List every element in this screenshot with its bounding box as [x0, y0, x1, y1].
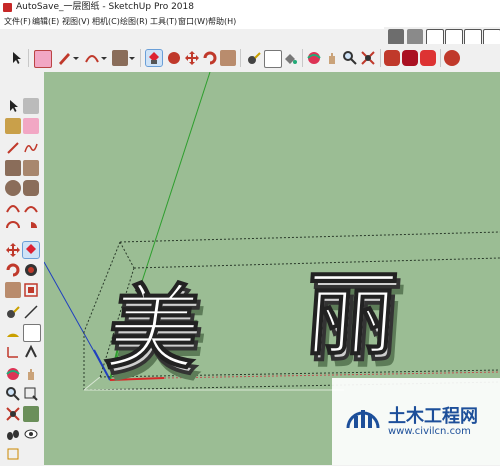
paint-bucket-icon[interactable]: [5, 118, 21, 134]
menu-view[interactable]: 视图(V): [62, 15, 90, 29]
move-icon[interactable]: [184, 50, 200, 66]
pan-icon[interactable]: [324, 50, 340, 66]
tape-measure-icon[interactable]: [5, 304, 21, 320]
toolbar-separator: [140, 49, 141, 67]
zoom-window-icon[interactable]: [23, 386, 39, 402]
polygon-icon[interactable]: [23, 180, 39, 196]
text-icon[interactable]: [264, 50, 282, 68]
follow-me-icon[interactable]: [166, 50, 182, 66]
orbit-icon[interactable]: [306, 50, 322, 66]
zoom-icon[interactable]: [342, 50, 358, 66]
menu-window[interactable]: 窗口(W): [178, 15, 208, 29]
menu-camera[interactable]: 相机(C): [92, 15, 120, 29]
two-point-arc-icon[interactable]: [23, 200, 39, 216]
freehand-icon[interactable]: [23, 140, 39, 156]
chevron-down-icon[interactable]: [100, 50, 108, 66]
paint-bucket-icon[interactable]: [282, 50, 298, 66]
watermark-url: www.civilcn.com: [388, 426, 471, 437]
arc-icon[interactable]: [84, 50, 100, 66]
eraser-icon[interactable]: [23, 118, 39, 134]
toolbar-separator: [302, 49, 303, 67]
menu-draw[interactable]: 绘图(R): [120, 15, 148, 29]
eraser-icon[interactable]: [34, 50, 52, 68]
share-model-icon[interactable]: [402, 50, 418, 66]
push-pull-icon[interactable]: [22, 241, 40, 259]
axes-icon[interactable]: [5, 344, 21, 360]
toolbar-separator: [240, 49, 241, 67]
bbox-edge: [83, 376, 101, 391]
scale-icon[interactable]: [220, 50, 236, 66]
make-component-icon[interactable]: [23, 98, 39, 114]
position-camera-icon[interactable]: [23, 406, 39, 422]
menu-file[interactable]: 文件(F): [4, 15, 31, 29]
civilcn-logo-icon: [346, 410, 380, 429]
rotate-icon[interactable]: [5, 262, 21, 278]
select-icon[interactable]: [8, 50, 24, 66]
protractor-icon[interactable]: [5, 324, 21, 340]
look-around-icon[interactable]: [23, 426, 39, 442]
main-toolbar: [0, 44, 500, 73]
scale-icon[interactable]: [5, 282, 21, 298]
pan-icon[interactable]: [23, 366, 39, 382]
menu-edit[interactable]: 编辑(E): [32, 15, 59, 29]
push-pull-icon[interactable]: [145, 49, 163, 67]
title-bar: AutoSave_一层图纸 - SketchUp Pro 2018: [0, 0, 500, 15]
watermark-site-name: 土木工程网: [388, 406, 478, 427]
extension-manager-icon[interactable]: [444, 50, 460, 66]
warehouse-icon[interactable]: [384, 50, 400, 66]
menu-help[interactable]: 帮助(H): [208, 15, 236, 29]
model-char-li[interactable]: 丽: [301, 261, 402, 369]
3d-text-icon[interactable]: [23, 344, 39, 360]
rotated-rectangle-icon[interactable]: [23, 160, 39, 176]
select-icon[interactable]: [5, 98, 21, 114]
follow-me-icon[interactable]: [23, 262, 39, 278]
window-title: AutoSave_一层图纸 - SketchUp Pro 2018: [16, 2, 194, 12]
zoom-icon[interactable]: [5, 386, 21, 402]
iso-view-icon[interactable]: [388, 29, 404, 45]
dimension-icon[interactable]: [23, 304, 39, 320]
walk-icon[interactable]: [5, 426, 21, 442]
rotate-icon[interactable]: [202, 50, 218, 66]
pencil-icon[interactable]: [56, 50, 72, 66]
watermark: 土木工程网 www.civilcn.com: [332, 378, 500, 465]
sketchup-logo-icon: [3, 3, 12, 12]
pie-icon[interactable]: [23, 220, 39, 236]
toolbar-separator: [28, 49, 29, 67]
extension-warehouse-icon[interactable]: [420, 50, 436, 66]
zoom-extents-icon[interactable]: [5, 406, 21, 422]
chevron-down-icon[interactable]: [72, 50, 80, 66]
chevron-down-icon[interactable]: [128, 50, 136, 66]
offset-icon[interactable]: [23, 282, 39, 298]
rectangle-icon[interactable]: [5, 160, 21, 176]
line-icon[interactable]: [5, 140, 21, 156]
arc-icon[interactable]: [5, 200, 21, 216]
section-plane-icon[interactable]: [5, 446, 21, 462]
text-icon[interactable]: [23, 324, 41, 342]
rectangle-icon[interactable]: [112, 50, 128, 66]
zoom-extents-icon[interactable]: [360, 50, 376, 66]
move-icon[interactable]: [5, 242, 21, 258]
three-point-arc-icon[interactable]: [5, 220, 21, 236]
toolbar-separator: [380, 49, 381, 67]
large-tool-set: [0, 72, 45, 465]
menu-tools[interactable]: 工具(T): [150, 15, 177, 29]
tape-measure-icon[interactable]: [246, 50, 262, 66]
model-char-mei[interactable]: 美: [100, 274, 208, 383]
orbit-icon[interactable]: [5, 366, 21, 382]
top-view-icon[interactable]: [407, 29, 423, 45]
toolbar-separator: [440, 49, 441, 67]
circle-icon[interactable]: [5, 180, 21, 196]
